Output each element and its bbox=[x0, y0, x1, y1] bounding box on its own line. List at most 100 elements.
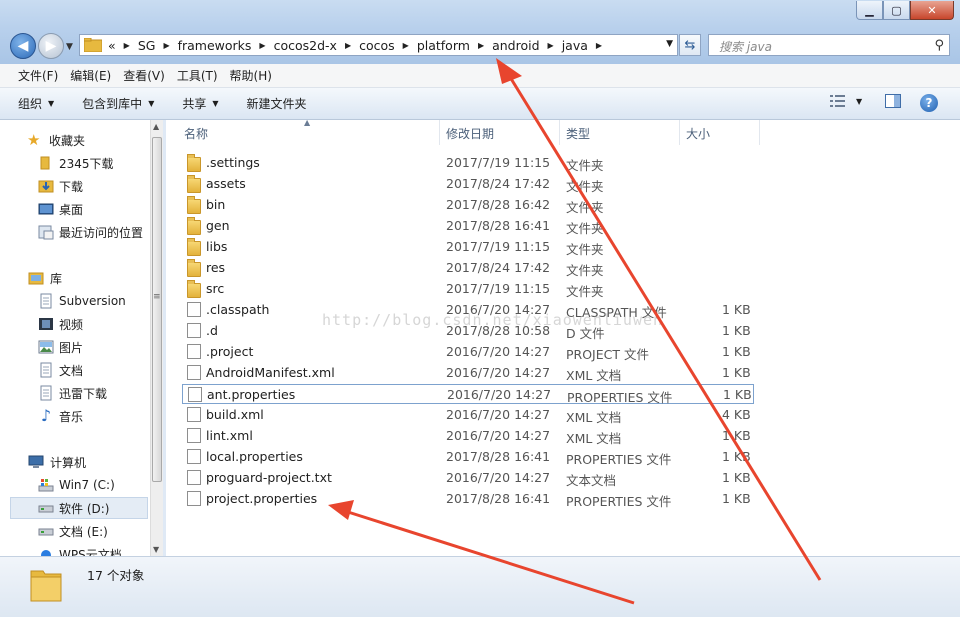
file-type: XML 文档 bbox=[566, 431, 622, 446]
file-type: 文件夹 bbox=[566, 200, 604, 215]
file-row[interactable]: AndroidManifest.xml 2016/7/20 14:27 XML 文档… bbox=[182, 363, 754, 383]
sidebar-scroll-thumb[interactable] bbox=[152, 137, 162, 482]
file-row[interactable]: lint.xml 2016/7/20 14:27 XML 文档 1 KB bbox=[182, 426, 754, 446]
breadcrumb-android[interactable]: android bbox=[492, 38, 539, 53]
sidebar-item-subversion[interactable]: Subversion bbox=[0, 290, 150, 312]
chevron-right-icon[interactable]: ▶ bbox=[478, 41, 484, 50]
file-row[interactable]: ant.properties 2016/7/20 14:27 PROPERTIES … bbox=[182, 384, 754, 405]
sidebar-item-downloads[interactable]: 下载 bbox=[0, 175, 150, 197]
sidebar-item-drive-e[interactable]: 文档 (E:) bbox=[0, 520, 150, 542]
chevron-right-icon[interactable]: ▶ bbox=[259, 41, 265, 50]
menu-file[interactable]: 文件(F) bbox=[18, 67, 58, 84]
file-row[interactable]: bin 2017/8/28 16:42 文件夹 bbox=[182, 195, 754, 215]
chevron-right-icon[interactable]: ▶ bbox=[403, 41, 409, 50]
sidebar-item-wps-cloud[interactable]: WPS云文档 bbox=[0, 543, 150, 556]
column-header-date[interactable]: 修改日期 bbox=[446, 125, 494, 142]
sidebar-item-drive-d[interactable]: 软件 (D:) bbox=[10, 497, 148, 519]
file-size: 1 KB bbox=[722, 449, 751, 464]
address-bar[interactable]: « ▶ SG ▶ frameworks ▶ cocos2d-x ▶ cocos … bbox=[79, 34, 678, 56]
column-divider[interactable] bbox=[679, 120, 680, 145]
sidebar-item-pictures[interactable]: 图片 bbox=[0, 336, 150, 358]
breadcrumb-cocos2d-x[interactable]: cocos2d-x bbox=[274, 38, 337, 53]
menu-tools[interactable]: 工具(T) bbox=[177, 67, 218, 84]
file-row[interactable]: local.properties 2017/8/28 16:41 PROPERTIE… bbox=[182, 447, 754, 467]
sidebar-item-thunder-download[interactable]: 迅雷下载 bbox=[0, 382, 150, 404]
chevron-right-icon[interactable]: ▶ bbox=[163, 41, 169, 50]
address-dropdown-icon[interactable]: ▼ bbox=[666, 39, 673, 49]
file-name: .d bbox=[206, 323, 218, 338]
file-row[interactable]: proguard-project.txt 2016/7/20 14:27 文本文档 1… bbox=[182, 468, 754, 488]
sidebar-item-music[interactable]: ♪ 音乐 bbox=[0, 405, 150, 427]
file-row[interactable]: res 2017/8/24 17:42 文件夹 bbox=[182, 258, 754, 278]
file-row[interactable]: gen 2017/8/28 16:41 文件夹 bbox=[182, 216, 754, 236]
breadcrumb-java[interactable]: java bbox=[562, 38, 588, 53]
file-row[interactable]: src 2017/7/19 11:15 文件夹 bbox=[182, 279, 754, 299]
breadcrumb-sg[interactable]: SG bbox=[138, 38, 156, 53]
maximize-button[interactable]: ▢ bbox=[883, 1, 910, 20]
sidebar-group-label: 库 bbox=[50, 271, 63, 286]
file-size: 1 KB bbox=[722, 428, 751, 443]
file-type: PROPERTIES 文件 bbox=[566, 494, 672, 509]
refresh-button[interactable]: ⇆ bbox=[679, 34, 701, 56]
forward-button[interactable]: ▶ bbox=[38, 33, 64, 59]
desktop-icon bbox=[38, 201, 54, 217]
view-options-button[interactable]: ▼ bbox=[830, 94, 862, 108]
sidebar-item-documents[interactable]: 文档 bbox=[0, 359, 150, 381]
help-button[interactable]: ? bbox=[920, 94, 938, 112]
chevron-right-icon[interactable]: ▶ bbox=[345, 41, 351, 50]
preview-pane-button[interactable] bbox=[885, 94, 901, 108]
include-library-label: 包含到库中 bbox=[82, 97, 143, 111]
sidebar-item-desktop[interactable]: 桌面 bbox=[0, 198, 150, 220]
file-list: ▲ 名称 修改日期 类型 大小 .settings 2017/7/19 11:15… bbox=[166, 118, 960, 556]
column-header-size[interactable]: 大小 bbox=[686, 125, 710, 142]
hard-drive-icon bbox=[38, 500, 54, 516]
close-button[interactable]: ✕ bbox=[910, 1, 954, 20]
chevron-right-icon[interactable]: ▶ bbox=[124, 41, 130, 50]
organize-button[interactable]: 组织 ▼ bbox=[18, 95, 54, 112]
recent-pages-dropdown[interactable]: ▼ bbox=[66, 42, 73, 52]
column-divider[interactable] bbox=[759, 120, 760, 145]
include-library-button[interactable]: 包含到库中 ▼ bbox=[82, 95, 154, 112]
menu-view[interactable]: 查看(V) bbox=[123, 67, 165, 84]
scroll-up-icon[interactable]: ▲ bbox=[153, 122, 159, 131]
column-divider[interactable] bbox=[559, 120, 560, 145]
navigation-pane: ★ 收藏夹 2345下载 下载 桌面 最近访问的位置 库 Subversion … bbox=[0, 120, 163, 556]
chevron-right-icon[interactable]: ▶ bbox=[596, 41, 602, 50]
new-folder-button[interactable]: 新建文件夹 bbox=[247, 95, 307, 112]
back-button[interactable]: ◀ bbox=[10, 33, 36, 59]
address-overflow[interactable]: « bbox=[108, 38, 116, 53]
file-row[interactable]: assets 2017/8/24 17:42 文件夹 bbox=[182, 174, 754, 194]
sidebar-scrollbar[interactable]: ▲ ≡ ▼ bbox=[150, 120, 163, 556]
sidebar-item-label: 视频 bbox=[59, 317, 84, 332]
column-header-name[interactable]: 名称 bbox=[184, 125, 208, 142]
chevron-right-icon[interactable]: ▶ bbox=[548, 41, 554, 50]
file-row[interactable]: build.xml 2016/7/20 14:27 XML 文档 4 KB bbox=[182, 405, 754, 425]
column-header-type[interactable]: 类型 bbox=[566, 125, 590, 142]
refresh-icon: ⇆ bbox=[684, 37, 696, 53]
sidebar-item-recent-places[interactable]: 最近访问的位置 bbox=[0, 221, 150, 243]
sidebar-item-label: 文档 (E:) bbox=[59, 524, 108, 539]
file-type: 文件夹 bbox=[566, 284, 604, 299]
sidebar-group-computer[interactable]: 计算机 bbox=[0, 451, 150, 473]
sidebar-item-videos[interactable]: 视频 bbox=[0, 313, 150, 335]
breadcrumb-frameworks[interactable]: frameworks bbox=[178, 38, 252, 53]
sidebar-item-2345-download[interactable]: 2345下载 bbox=[0, 152, 150, 174]
sidebar-group-libraries[interactable]: 库 bbox=[0, 267, 150, 289]
breadcrumb-platform[interactable]: platform bbox=[417, 38, 470, 53]
column-divider[interactable] bbox=[439, 120, 440, 145]
file-row[interactable]: project.properties 2017/8/28 16:41 PROPERT… bbox=[182, 489, 754, 509]
search-input[interactable]: 搜索 java ⚲ bbox=[708, 34, 950, 56]
menu-edit[interactable]: 编辑(E) bbox=[70, 67, 111, 84]
share-button[interactable]: 共享 ▼ bbox=[182, 95, 218, 112]
sidebar-group-favorites[interactable]: ★ 收藏夹 bbox=[0, 129, 150, 151]
breadcrumb-cocos[interactable]: cocos bbox=[359, 38, 395, 53]
sidebar-item-drive-c[interactable]: Win7 (C:) bbox=[0, 474, 150, 496]
menu-help[interactable]: 帮助(H) bbox=[230, 67, 272, 84]
scroll-down-icon[interactable]: ▼ bbox=[153, 545, 159, 554]
search-icon[interactable]: ⚲ bbox=[934, 38, 944, 53]
file-row[interactable]: .settings 2017/7/19 11:15 文件夹 bbox=[182, 153, 754, 173]
file-row[interactable]: .project 2016/7/20 14:27 PROJECT 文件 1 KB bbox=[182, 342, 754, 362]
sort-ascending-icon: ▲ bbox=[304, 118, 311, 127]
file-row[interactable]: libs 2017/7/19 11:15 文件夹 bbox=[182, 237, 754, 257]
minimize-button[interactable]: ▁ bbox=[856, 1, 883, 20]
